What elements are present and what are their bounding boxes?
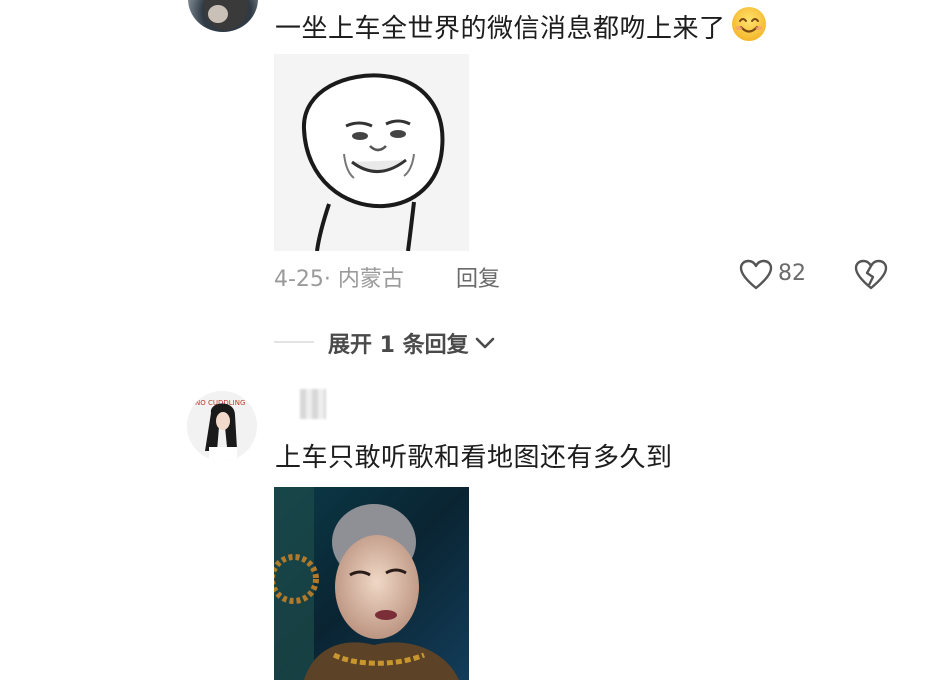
expand-replies-button[interactable]: 展开 1 条回复: [328, 327, 495, 359]
reply-button[interactable]: 回复: [456, 261, 500, 293]
avatar[interactable]: NO CUDDLING: [187, 391, 257, 461]
meme-sticker-image[interactable]: [274, 54, 469, 251]
broken-heart-icon[interactable]: [854, 259, 888, 295]
monk-portrait-image[interactable]: [274, 487, 469, 680]
avatar[interactable]: [188, 0, 258, 32]
comment-text: 一坐上车全世界的微信消息都吻上来了: [275, 5, 768, 50]
smiling-face-emoji: [730, 5, 768, 50]
like-count: 82: [778, 261, 806, 286]
expand-replies-label: 展开 1 条回复: [328, 333, 469, 358]
heart-icon[interactable]: [739, 259, 773, 295]
comment-body: 一坐上车全世界的微信消息都吻上来了: [275, 14, 726, 44]
comment-body: 上车只敢听歌和看地图还有多久到: [275, 443, 673, 473]
chevron-down-icon: [475, 331, 495, 356]
username-blurred[interactable]: [300, 389, 326, 419]
comment-date-location: 4-25· 内蒙古: [274, 267, 404, 292]
divider: [274, 341, 314, 343]
